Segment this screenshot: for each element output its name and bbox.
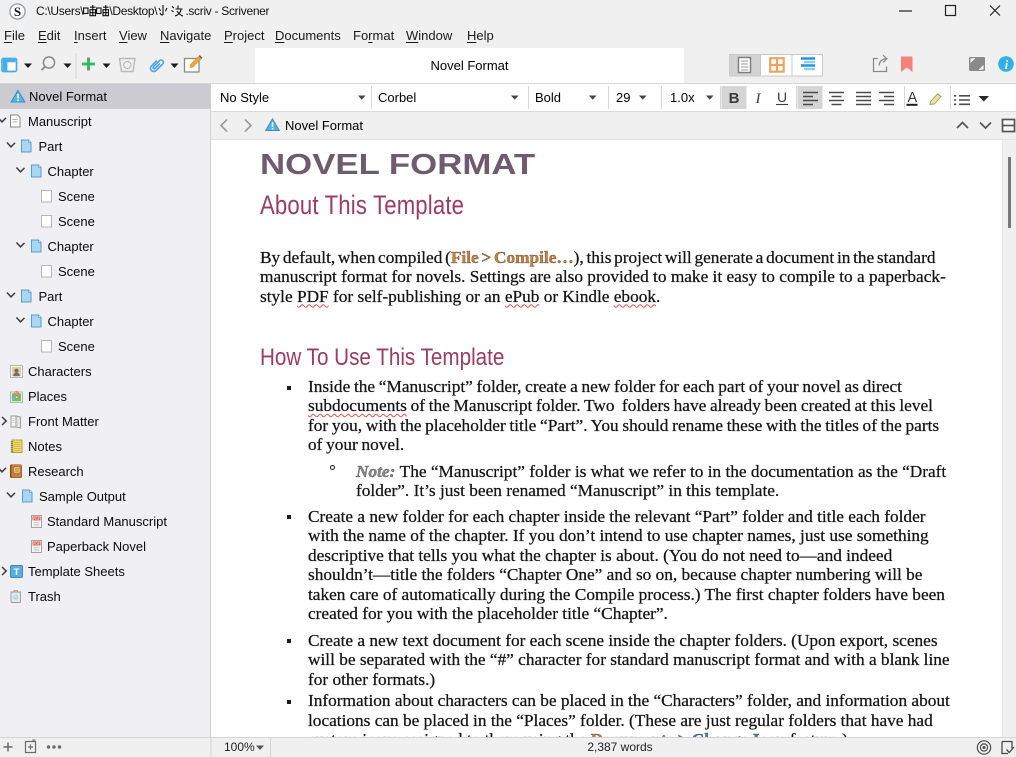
svg-text:A: A [908, 90, 918, 106]
svg-text:U: U [777, 89, 787, 105]
svg-text:I: I [755, 91, 762, 107]
svg-text:S: S [14, 4, 21, 19]
svg-text:B: B [729, 90, 740, 107]
svg-text:i: i [1005, 58, 1009, 72]
